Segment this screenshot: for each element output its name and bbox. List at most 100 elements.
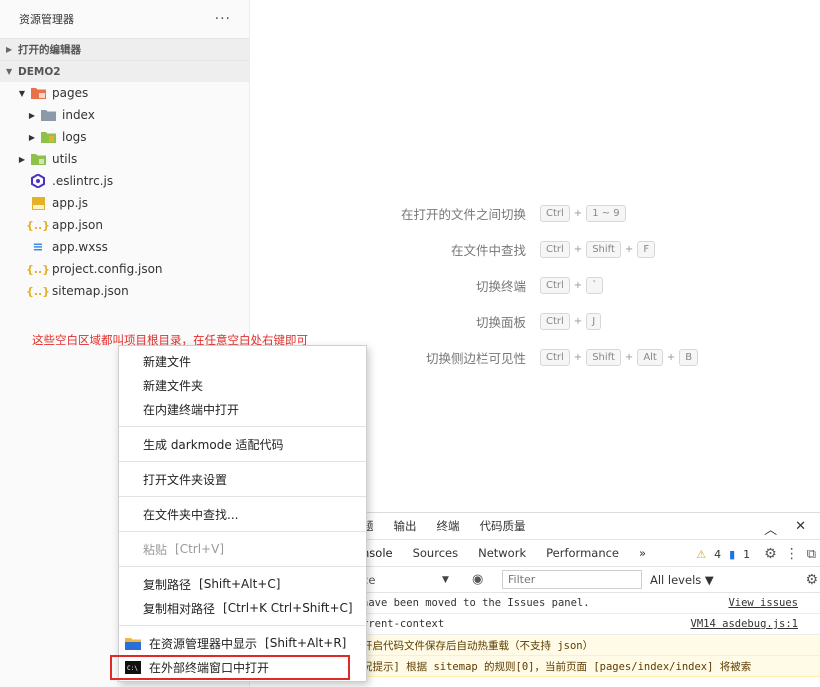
- plus-sign: +: [573, 351, 583, 363]
- log-message: rrent-context: [362, 618, 445, 630]
- tree-item-label: sitemap.json: [52, 284, 129, 298]
- chevron-right-icon: ▶: [6, 45, 13, 54]
- plus-sign: +: [624, 243, 634, 255]
- warning-count: 4: [714, 547, 722, 561]
- tree-item-label: pages: [52, 86, 89, 100]
- tab-code-quality[interactable]: 代码质量: [480, 518, 526, 534]
- menu-separator: [119, 531, 366, 532]
- menu-item-label: 复制相对路径: [143, 601, 216, 616]
- chevron-down-icon[interactable]: ▼: [16, 89, 28, 98]
- tree-item-index[interactable]: ▶ index: [0, 104, 249, 126]
- tree-item-logs[interactable]: ▶ logs: [0, 126, 249, 148]
- menu-item[interactable]: 打开文件夹设置: [119, 467, 366, 491]
- message-icon[interactable]: ▮: [729, 548, 735, 561]
- log-message: 况提示] 根据 sitemap 的规则[0]，当前页面 [pages/index…: [362, 660, 752, 673]
- key-cap: Ctrl: [540, 240, 570, 258]
- menu-separator: [119, 461, 366, 462]
- menu-item-label: 复制路径: [143, 577, 192, 592]
- menu-item[interactable]: 生成 darkmode 适配代码: [119, 432, 366, 456]
- tree-item-label: .eslintrc.js: [52, 174, 114, 188]
- key-cap: Shift: [586, 240, 621, 258]
- menu-item[interactable]: 在内建终端中打开: [119, 397, 366, 421]
- eye-icon[interactable]: ◉: [472, 572, 483, 587]
- key-cap: Shift: [586, 348, 621, 366]
- tree-item-eslintrc-js[interactable]: .eslintrc.js: [0, 170, 249, 192]
- menu-item[interactable]: 复制路径 [Shift+Alt+C]: [119, 572, 366, 596]
- tab-output[interactable]: 输出: [394, 518, 417, 534]
- open-editors-section[interactable]: ▶ 打开的编辑器: [0, 38, 249, 60]
- tree-item-app-json[interactable]: {..} app.json: [0, 214, 249, 236]
- menu-item-shortcut: [Shift+Alt+R]: [265, 636, 347, 650]
- menu-item[interactable]: 在文件夹中查找...: [119, 502, 366, 526]
- console-settings-icon[interactable]: ⚙: [805, 572, 818, 588]
- plus-sign: +: [573, 207, 583, 219]
- dock-icon[interactable]: ⧉: [807, 547, 816, 562]
- menu-item[interactable]: 复制相对路径 [Ctrl+K Ctrl+Shift+C]: [119, 596, 366, 620]
- tab-terminal[interactable]: 终端: [437, 518, 460, 534]
- folder-utils-icon: [30, 152, 46, 166]
- tree-item-app-js[interactable]: app.js: [0, 192, 249, 214]
- menu-item-label: 粘贴: [143, 542, 168, 557]
- chevron-right-icon[interactable]: ▶: [16, 155, 28, 164]
- log-source-link[interactable]: View issues: [728, 597, 798, 609]
- tree-item-label: project.config.json: [52, 262, 163, 276]
- tree-item-sitemap-json[interactable]: {..} sitemap.json: [0, 280, 249, 302]
- filter-input[interactable]: [502, 570, 642, 589]
- tree-item-label: logs: [62, 130, 87, 144]
- plus-sign: +: [624, 351, 634, 363]
- menu-item[interactable]: 新建文件夹: [119, 373, 366, 397]
- kebab-menu-icon[interactable]: ⋮: [785, 546, 799, 562]
- tree-item-label: app.wxss: [52, 240, 108, 254]
- menu-item[interactable]: 新建文件: [119, 349, 366, 373]
- log-source-link[interactable]: VM14 asdebug.js:1: [691, 618, 798, 630]
- chevron-up-icon[interactable]: ︿: [764, 519, 777, 538]
- tree-item-utils[interactable]: ▶ utils: [0, 148, 249, 170]
- open-editors-label: 打开的编辑器: [18, 44, 81, 56]
- menu-item[interactable]: 在资源管理器中显示 [Shift+Alt+R]: [119, 631, 366, 655]
- shortcut-label: 在文件中查找: [450, 242, 526, 258]
- menu-separator: [119, 566, 366, 567]
- context-select[interactable]: ce: [362, 573, 454, 587]
- gear-icon[interactable]: ⚙: [764, 546, 777, 562]
- shortcut-row: 在文件中查找 Ctrl + Shift + F: [340, 239, 656, 259]
- key-cap: `: [586, 276, 604, 294]
- wxss-file-icon: ≡: [32, 239, 44, 255]
- log-levels-select[interactable]: All levels ▼: [650, 573, 714, 587]
- tab-sources[interactable]: Sources: [413, 546, 459, 560]
- shortcut-row: 切换终端 Ctrl + `: [340, 275, 604, 295]
- chevron-right-icon[interactable]: ▶: [26, 111, 38, 120]
- warning-icon[interactable]: ⚠: [696, 548, 706, 561]
- more-actions-button[interactable]: ···: [215, 11, 231, 27]
- chevron-right-icon[interactable]: ▶: [26, 133, 38, 142]
- tree-item-pages[interactable]: ▼ pages: [0, 82, 249, 104]
- tree-item-project-config-json[interactable]: {..} project.config.json: [0, 258, 249, 280]
- tab-network[interactable]: Network: [478, 546, 526, 560]
- menu-separator: [119, 496, 366, 497]
- shortcut-row: 切换面板 Ctrl + J: [340, 311, 602, 331]
- menu-item[interactable]: C:\ 在外部终端窗口中打开: [119, 655, 366, 679]
- plus-sign: +: [666, 351, 676, 363]
- explorer-header: 资源管理器 ···: [0, 0, 249, 38]
- shortcut-label: 切换侧边栏可见性: [425, 350, 526, 366]
- tree-item-label: app.json: [52, 218, 103, 232]
- menu-separator: [119, 625, 366, 626]
- key-cap: Ctrl: [540, 204, 570, 222]
- key-cap: Ctrl: [540, 312, 570, 330]
- caret-down-icon[interactable]: ▼: [442, 575, 449, 585]
- close-icon[interactable]: ✕: [795, 519, 806, 538]
- plus-sign: +: [573, 315, 583, 327]
- menu-item-label: 在资源管理器中显示: [149, 636, 258, 651]
- shortcut-label: 在打开的文件之间切换: [400, 206, 526, 222]
- plus-sign: +: [573, 279, 583, 291]
- tab-performance[interactable]: Performance: [546, 546, 619, 560]
- message-count: 1: [743, 547, 751, 561]
- tree-item-app-wxss[interactable]: ≡ app.wxss: [0, 236, 249, 258]
- shortcut-label: 切换面板: [475, 314, 526, 330]
- menu-item-label: 新建文件: [143, 354, 192, 369]
- key-cap: Alt: [637, 348, 663, 366]
- project-section[interactable]: ▼ DEMO2: [0, 60, 249, 82]
- more-tabs-button[interactable]: »: [639, 546, 646, 560]
- eslint-icon: [30, 174, 46, 188]
- log-message: 开启代码文件保存后自动热重载（不支持 json）: [362, 639, 594, 652]
- menu-item-shortcut: [Ctrl+K Ctrl+Shift+C]: [223, 601, 353, 615]
